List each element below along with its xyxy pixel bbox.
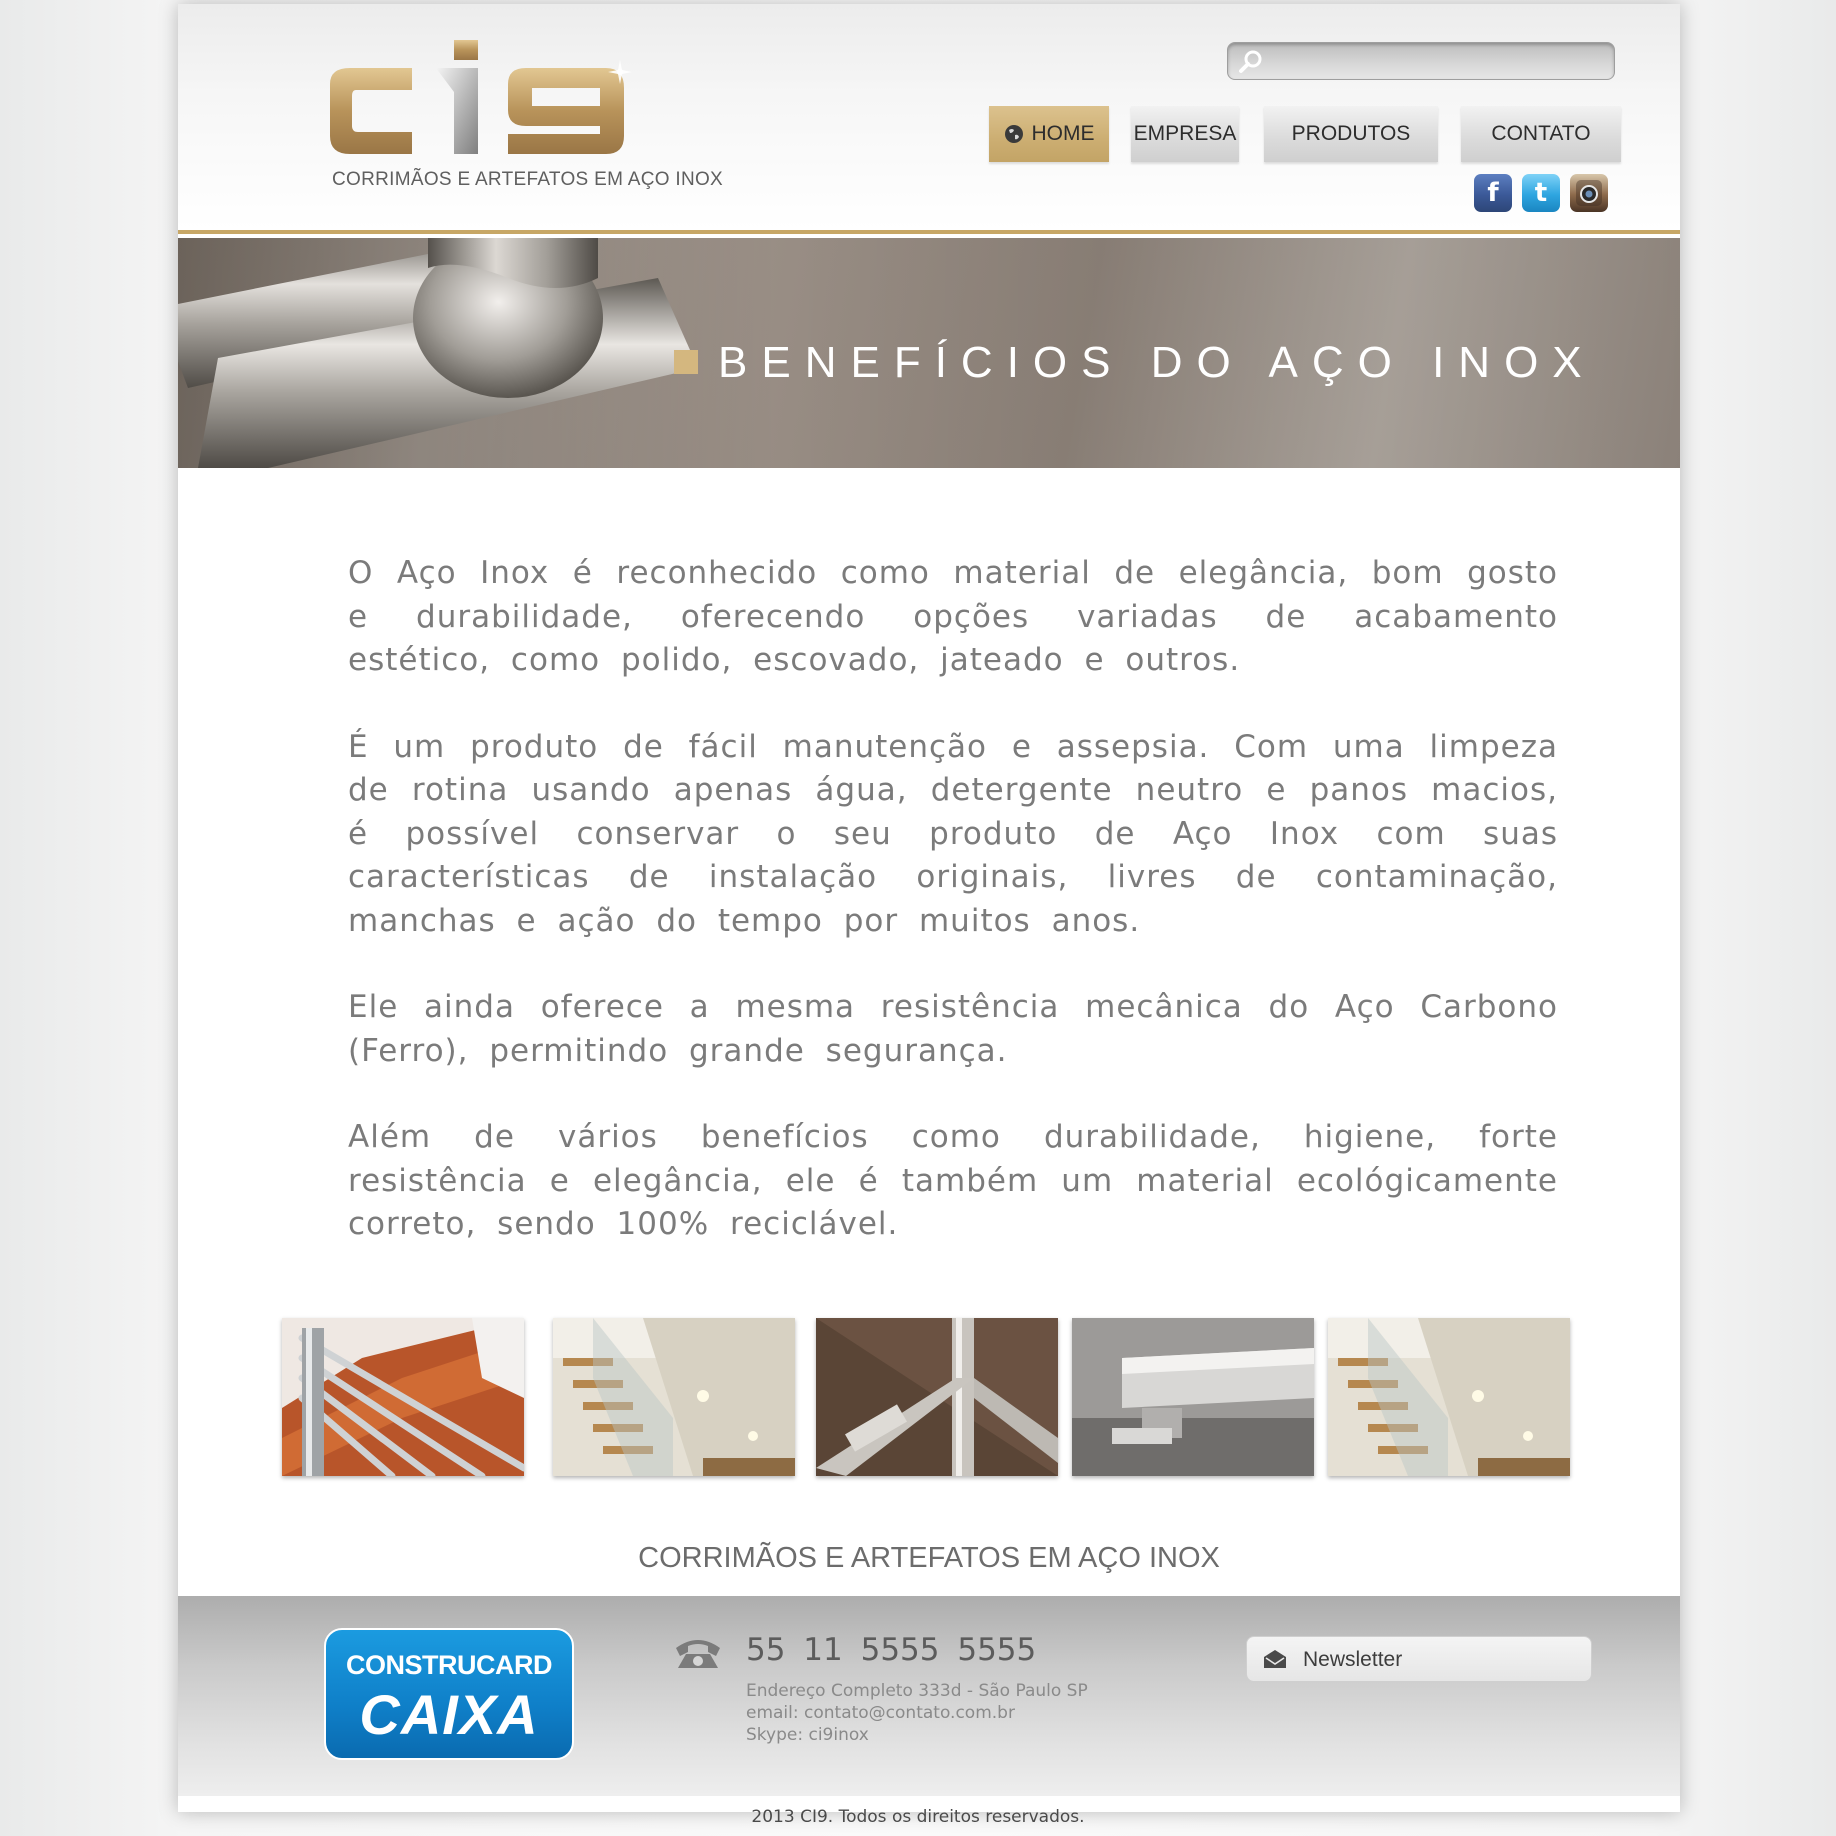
gallery-thumb-glass-staircase[interactable] (553, 1318, 795, 1476)
site-footer: CONSTRUCARD CAIXA 55 11 5555 5555 Endere… (178, 1596, 1680, 1796)
nav-home[interactable]: HOME (989, 106, 1109, 162)
page-container: CORRIMÃOS E ARTEFATOS EM AÇO INOX HOME E… (178, 4, 1680, 1812)
email-line[interactable]: email: contato@contato.com.br (746, 1702, 1088, 1724)
gallery-thumb-handrail-bracket[interactable] (1072, 1318, 1314, 1476)
gallery-thumb-stair-railing[interactable] (282, 1318, 524, 1476)
construcard-caixa-logo[interactable]: CONSTRUCARD CAIXA (324, 1628, 574, 1760)
instagram-icon[interactable] (1570, 174, 1608, 212)
nav-home-label: HOME (1031, 122, 1095, 145)
footer-tagline: CORRIMÃOS E ARTEFATOS EM AÇO INOX (638, 1542, 1220, 1574)
nav-contato[interactable]: CONTATO (1461, 106, 1621, 162)
gallery-thumb-glass-staircase-2[interactable] (1328, 1318, 1570, 1476)
site-header: CORRIMÃOS E ARTEFATOS EM AÇO INOX HOME E… (178, 4, 1680, 234)
nav-produtos-label: PRODUTOS (1291, 122, 1411, 145)
skype-line: Skype: ci9inox (746, 1725, 869, 1745)
nav-contato-label: CONTATO (1491, 122, 1591, 145)
search-box[interactable] (1227, 42, 1615, 80)
address-line: Endereço Completo 333d - São Paulo SP (746, 1681, 1088, 1701)
gallery-thumb-inox-corner[interactable] (816, 1318, 1058, 1476)
paragraph-4: Além de vários benefícios como durabilid… (348, 1119, 1558, 1242)
globe-icon (1004, 125, 1023, 143)
construcard-label: CONSTRUCARD (346, 1650, 553, 1680)
twitter-icon[interactable]: t (1522, 174, 1560, 212)
nav-empresa[interactable]: EMPRESA (1131, 106, 1239, 162)
paragraph-1: O Aço Inox é reconhecido como material d… (348, 555, 1558, 678)
facebook-icon[interactable]: f (1474, 174, 1512, 212)
nav-produtos[interactable]: PRODUTOS (1264, 106, 1438, 162)
caixa-label: CAIXA (359, 1683, 539, 1746)
envelope-icon (1264, 1650, 1286, 1668)
copyright-text: 2013 CI9. Todos os direitos reservados. (751, 1807, 1085, 1827)
main-content: O Aço Inox é reconhecido como material d… (348, 552, 1558, 1290)
header-tagline: CORRIMÃOS E ARTEFATOS EM AÇO INOX (332, 169, 724, 190)
newsletter-button[interactable]: Newsletter (1246, 1636, 1592, 1682)
newsletter-label: Newsletter (1303, 1648, 1403, 1671)
phone-icon (676, 1640, 720, 1668)
banner-title: BENEFÍCIOS DO AÇO INOX (718, 338, 1596, 387)
paragraph-2: É um produto de fácil manutenção e assep… (348, 728, 1558, 939)
contact-info: Endereço Completo 333d - São Paulo SP em… (746, 1680, 1088, 1746)
search-input[interactable] (1268, 47, 1608, 75)
search-icon[interactable] (1238, 49, 1264, 75)
phone-number: 55 11 5555 5555 (746, 1632, 1037, 1668)
nav-empresa-label: EMPRESA (1133, 122, 1237, 145)
hero-banner: BENEFÍCIOS DO AÇO INOX (178, 238, 1680, 468)
paragraph-3: Ele ainda oferece a mesma resistência me… (348, 989, 1558, 1069)
title-bullet (674, 350, 698, 374)
